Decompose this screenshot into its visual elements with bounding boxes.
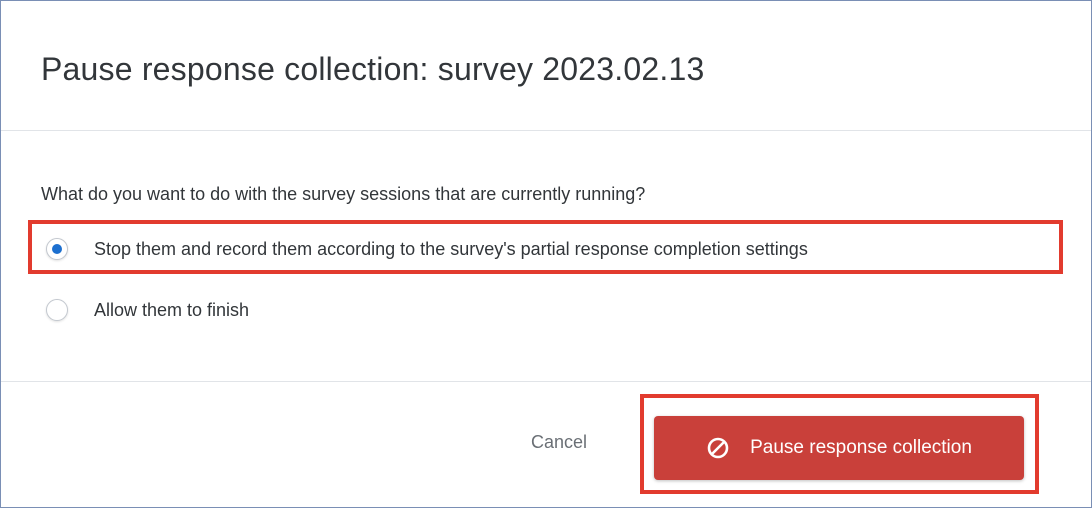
pause-response-collection-button[interactable]: Pause response collection [654,416,1024,480]
dialog-body: What do you want to do with the survey s… [1,132,1091,382]
dialog-title: Pause response collection: survey 2023.0… [41,51,705,87]
option-stop-sessions[interactable]: Stop them and record them according to t… [46,238,808,260]
dialog-header: Pause response collection: survey 2023.0… [1,1,1091,131]
primary-button-label: Pause response collection [750,437,972,458]
radio-button-unselected[interactable] [46,299,68,321]
radio-selected-dot [52,244,62,254]
dialog-footer: Cancel Pause response collection [1,381,1091,508]
prohibited-icon [706,436,730,460]
pause-collection-dialog: Pause response collection: survey 2023.0… [0,0,1092,508]
option-label: Allow them to finish [94,299,250,320]
option-label: Stop them and record them according to t… [94,238,808,259]
option-allow-finish[interactable]: Allow them to finish [46,299,249,321]
cancel-button[interactable]: Cancel [531,432,587,453]
question-text: What do you want to do with the survey s… [41,184,646,204]
radio-button-selected[interactable] [46,238,68,260]
